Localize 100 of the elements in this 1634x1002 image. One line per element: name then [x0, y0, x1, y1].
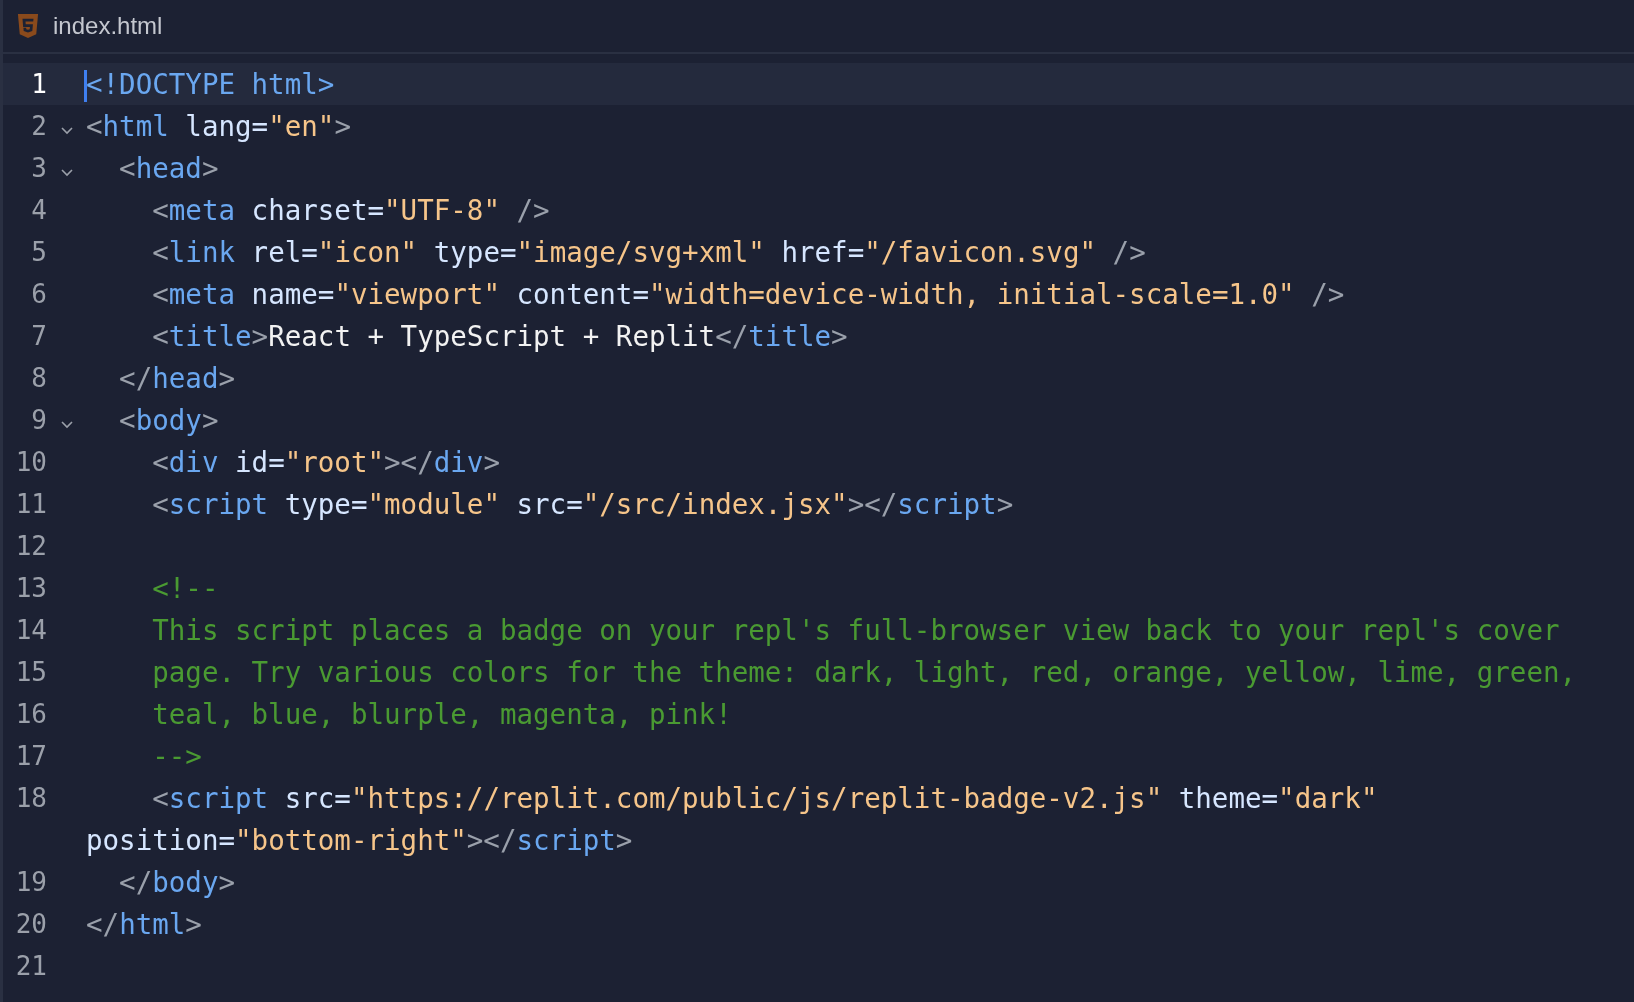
string-value: "viewport" [334, 278, 500, 310]
fold-chevron-icon[interactable] [60, 421, 73, 429]
html5-file-icon [17, 14, 39, 38]
string-value: "width=device-width, initial-scale=1.0" [648, 278, 1295, 310]
string-value: "image/svg+xml" [516, 236, 765, 268]
line-number: 21 [14, 951, 47, 981]
code-comment: --> [151, 740, 202, 772]
code-comment: page. Try various colors for the theme: dark, light, red, orange, yellow, lime, green, [151, 656, 1577, 688]
tag-bracket: < [151, 488, 169, 520]
attribute-name: src= [515, 488, 583, 520]
line-number: 7 [30, 321, 47, 351]
tag-bracket: </ [118, 362, 153, 394]
tag-bracket: > [334, 110, 351, 142]
attribute-name: type= [283, 488, 368, 520]
tag-bracket: < [151, 236, 169, 268]
string-value: "/src/index.jsx" [582, 488, 848, 520]
tag-bracket: > [218, 866, 236, 898]
tag-bracket: </ [86, 908, 120, 940]
tag-bracket: < [151, 278, 169, 310]
line-number: 3 [30, 153, 47, 183]
attribute-name: href= [780, 236, 865, 268]
tag-name: title [168, 320, 252, 352]
attribute-name: content= [515, 278, 649, 310]
tag-bracket: < [151, 782, 169, 814]
line-number: 6 [30, 279, 47, 309]
tag-bracket: > [831, 320, 848, 352]
line-number: 4 [30, 195, 47, 225]
line-number: 5 [30, 237, 47, 267]
tag-name: script [897, 488, 997, 520]
tag-name: script [168, 782, 269, 814]
line-number: 1 [30, 69, 47, 99]
line-number: 9 [30, 405, 47, 435]
tag-bracket: < [151, 194, 169, 226]
line-number: 8 [30, 363, 47, 393]
string-value: "icon" [317, 236, 418, 268]
tag-bracket: /> [515, 194, 550, 226]
tag-bracket: < [151, 446, 169, 478]
string-value: "/favicon.svg" [864, 236, 1096, 268]
string-value: "UTF-8" [384, 194, 500, 226]
tag-bracket: < [118, 152, 136, 184]
tag-name: div [168, 446, 219, 478]
line-number: 13 [14, 573, 47, 603]
tag-name: meta [168, 194, 236, 226]
tag-name: script [516, 824, 616, 856]
attribute-name: rel= [250, 236, 318, 268]
tag-bracket: > [996, 488, 1014, 520]
tag-bracket: ></ [847, 488, 898, 520]
tag-name: head [152, 362, 219, 394]
string-value: "dark" [1278, 782, 1378, 814]
line-number: 17 [14, 741, 47, 771]
file-tab-title[interactable]: index.html [53, 12, 163, 40]
tag-name: body [135, 404, 202, 436]
tag-name: div [433, 446, 484, 478]
line-number: 16 [14, 699, 47, 729]
tag-bracket: < [151, 320, 169, 352]
tag-name: script [168, 488, 269, 520]
tag-bracket: > [201, 404, 219, 436]
string-value: "root" [284, 446, 385, 478]
line-number: 14 [14, 615, 47, 645]
tag-bracket: > [483, 446, 500, 478]
tag-bracket: > [615, 824, 633, 856]
tag-name: <!DOCTYPE html> [86, 68, 335, 100]
tag-bracket: /> [1310, 278, 1345, 310]
line-number: 18 [14, 783, 47, 813]
fold-chevron-icon[interactable] [60, 127, 73, 135]
tag-bracket: /> [1111, 236, 1146, 268]
tag-name: html [102, 110, 169, 142]
line-number: 11 [14, 489, 47, 519]
line-number: 15 [14, 657, 47, 687]
tag-bracket: ></ [384, 446, 434, 478]
tag-name: link [168, 236, 236, 268]
text-cursor [84, 70, 87, 102]
string-value: "en" [268, 110, 335, 142]
line-number: 19 [14, 867, 47, 897]
attribute-name: name= [250, 278, 335, 310]
text-content: React + TypeScript + Replit [268, 320, 716, 352]
attribute-name: charset= [250, 194, 385, 226]
tag-name: title [748, 320, 832, 352]
tag-bracket: < [118, 404, 136, 436]
tag-name: body [152, 866, 219, 898]
tag-name: head [135, 152, 202, 184]
fold-chevron-icon[interactable] [60, 169, 73, 177]
code-comment: This script places a badge on your repl's full-browser view back to your repl's cover [151, 614, 1560, 646]
string-value: "https://replit.com/public/js/replit-badge-v2.js" [350, 782, 1163, 814]
tag-bracket: > [218, 362, 236, 394]
tag-bracket: > [201, 152, 219, 184]
string-value: "module" [367, 488, 500, 520]
attribute-name: id= [234, 446, 285, 478]
attribute-name: type= [432, 236, 517, 268]
tag-bracket: </ [118, 866, 153, 898]
tag-name: meta [168, 278, 236, 310]
attribute-name: position= [86, 824, 235, 856]
tag-name: html [119, 908, 186, 940]
attribute-name: src= [283, 782, 351, 814]
line-number: 20 [14, 909, 47, 939]
tag-bracket: > [185, 908, 202, 940]
tag-bracket: > [251, 320, 269, 352]
tag-bracket: </ [715, 320, 749, 352]
line-number: 2 [30, 111, 47, 141]
tag-bracket: < [86, 110, 103, 142]
